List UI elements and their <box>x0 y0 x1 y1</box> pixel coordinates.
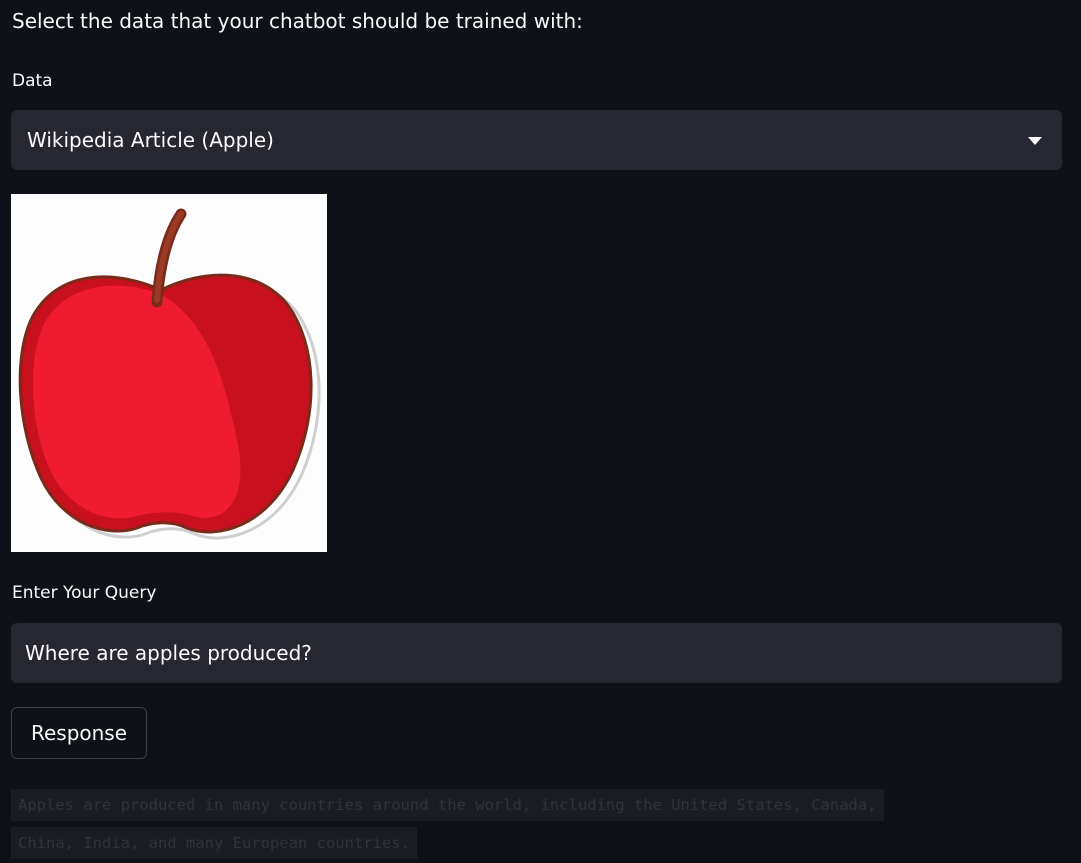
data-select-value: Wikipedia Article (Apple) <box>27 128 274 152</box>
apple-image <box>11 194 327 552</box>
apple-icon <box>18 208 321 540</box>
query-label: Enter Your Query <box>12 583 157 603</box>
response-text-line-1: Apples are produced in many countries ar… <box>11 789 884 821</box>
data-select[interactable]: Wikipedia Article (Apple) <box>11 110 1062 170</box>
page-heading: Select the data that your chatbot should… <box>12 9 583 33</box>
data-select-label: Data <box>12 71 53 91</box>
response-text-line-2: China, India, and many European countrie… <box>11 827 417 859</box>
response-button[interactable]: Response <box>11 707 147 759</box>
query-input[interactable] <box>11 623 1062 683</box>
chevron-down-icon[interactable] <box>1028 137 1042 145</box>
